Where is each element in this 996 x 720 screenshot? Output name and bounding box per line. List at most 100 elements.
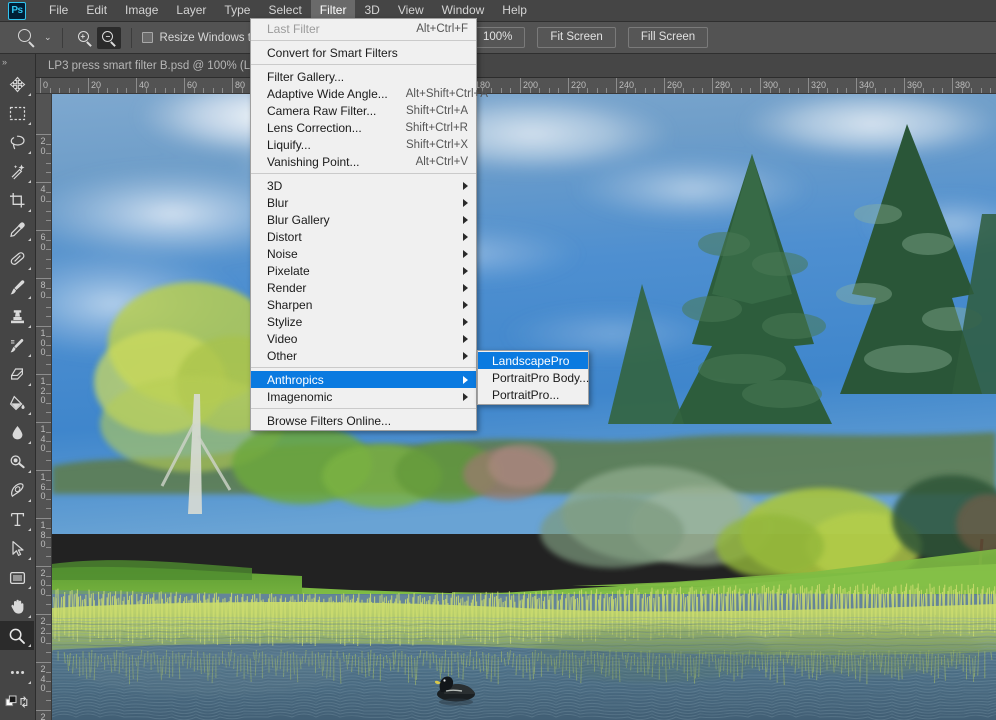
arrow-cursor-icon[interactable] — [0, 534, 34, 563]
menu-item-layer[interactable]: Layer — [167, 0, 215, 21]
swap-colors-icon[interactable] — [0, 687, 34, 716]
text-t-icon[interactable] — [0, 505, 34, 534]
ruler-minor-tick — [165, 88, 166, 94]
filter-menu-item-blur-gallery[interactable]: Blur Gallery — [251, 211, 476, 228]
filter-menu-item-camera-raw-filter[interactable]: Camera Raw Filter...Shift+Ctrl+A — [251, 102, 476, 119]
bandage-icon[interactable] — [0, 244, 34, 273]
ruler-minor-tick — [635, 88, 636, 94]
filter-menu-item-lens-correction[interactable]: Lens Correction...Shift+Ctrl+R — [251, 119, 476, 136]
ruler-minor-tick — [933, 88, 934, 94]
submenu-item-portraitpro-body[interactable]: PortraitPro Body... — [478, 369, 588, 386]
filter-menu-item-browse-filters-online[interactable]: Browse Filters Online... — [251, 412, 476, 429]
eraser-icon[interactable] — [0, 360, 34, 389]
rectangle-icon[interactable] — [0, 563, 34, 592]
filter-menu-item-pixelate[interactable]: Pixelate — [251, 262, 476, 279]
rectangular-marquee-tool[interactable] — [0, 99, 34, 128]
zoom-in-icon[interactable]: + — [73, 27, 97, 49]
resize-windows-checkbox[interactable] — [142, 32, 153, 43]
ruler-tick — [36, 470, 52, 471]
stamp-icon[interactable] — [0, 302, 34, 331]
ruler-minor-tick — [146, 88, 147, 94]
collapse-arrow-icon[interactable]: » — [2, 57, 7, 67]
ruler-minor-tick — [894, 88, 895, 94]
ruler-minor-tick — [46, 172, 52, 173]
ruler-minor-tick — [549, 88, 550, 94]
filter-menu-item-vanishing-point[interactable]: Vanishing Point...Alt+Ctrl+V — [251, 153, 476, 170]
ruler-minor-tick — [46, 153, 52, 154]
horizontal-ruler[interactable]: 0204060801001201401601802002202402602803… — [36, 78, 996, 94]
menu-item-edit[interactable]: Edit — [77, 0, 116, 21]
filter-menu-item-sharpen[interactable]: Sharpen — [251, 296, 476, 313]
chevron-down-icon[interactable]: ⌄ — [44, 32, 52, 43]
filter-menu-item-liquify[interactable]: Liquify...Shift+Ctrl+X — [251, 136, 476, 153]
magic-wand-icon[interactable] — [0, 157, 34, 186]
ruler-minor-tick — [530, 88, 531, 94]
magnifier-icon[interactable] — [0, 621, 34, 650]
ruler-minor-tick — [46, 432, 52, 433]
ellipsis-icon[interactable] — [0, 658, 34, 687]
filter-menu-item-video[interactable]: Video — [251, 330, 476, 347]
filter-menu-item-3d[interactable]: 3D — [251, 177, 476, 194]
menu-item-shortcut: Alt+Ctrl+F — [416, 23, 468, 35]
crop-tool[interactable] — [0, 186, 34, 215]
filter-menu-item-filter-gallery[interactable]: Filter Gallery... — [251, 68, 476, 85]
pen-icon[interactable] — [0, 476, 34, 505]
filter-menu-item-stylize[interactable]: Stylize — [251, 313, 476, 330]
ruler-minor-tick — [46, 201, 52, 202]
ruler-tick — [36, 278, 52, 279]
ruler-minor-tick — [46, 192, 52, 193]
brush-icon[interactable] — [0, 273, 34, 302]
ruler-minor-tick — [46, 451, 52, 452]
fill-screen-button[interactable]: Fill Screen — [628, 27, 708, 48]
vertical-ruler[interactable]: 20406080100120140160180200220240260 — [36, 94, 52, 720]
filter-menu-dropdown[interactable]: Last Filter Alt+Ctrl+F Convert for Smart F… — [250, 18, 477, 431]
image-canvas[interactable] — [52, 94, 996, 720]
zoom-tool-icon[interactable] — [14, 26, 40, 50]
water-drop-icon[interactable] — [0, 418, 34, 447]
eyedropper-tool[interactable] — [0, 215, 34, 244]
ruler-minor-tick — [645, 88, 646, 94]
filter-menu-item-blur[interactable]: Blur — [251, 194, 476, 211]
ruler-minor-tick — [46, 355, 52, 356]
history-brush-icon[interactable] — [0, 331, 34, 360]
fit-screen-button[interactable]: Fit Screen — [537, 27, 615, 48]
lasso-tool[interactable] — [0, 128, 34, 157]
chevron-right-icon — [463, 318, 468, 326]
ruler-minor-tick — [741, 88, 742, 94]
document-tab-0[interactable]: LP3 press smart filter B.psd @ 100% (L — [36, 54, 263, 77]
zoom-out-icon[interactable]: − — [97, 27, 121, 49]
submenu-item-landscapepro[interactable]: LandscapePro — [478, 352, 588, 369]
filter-menu-item-render[interactable]: Render — [251, 279, 476, 296]
filter-menu-item-anthropics[interactable]: Anthropics — [251, 371, 476, 388]
paint-bucket-icon[interactable] — [0, 389, 34, 418]
menu-item-label: Last Filter — [267, 22, 398, 36]
filter-menu-item-imagenomic[interactable]: Imagenomic — [251, 388, 476, 405]
chevron-right-icon — [463, 250, 468, 258]
menu-item-help[interactable]: Help — [493, 0, 536, 21]
move-tool[interactable] — [0, 70, 34, 99]
filter-menu-item-other[interactable]: Other — [251, 347, 476, 364]
hand-icon[interactable] — [0, 592, 34, 621]
menu-item-label: Camera Raw Filter... — [267, 104, 388, 118]
menu-item-label: Lens Correction... — [267, 121, 387, 135]
menu-item-image[interactable]: Image — [116, 0, 167, 21]
submenu-item-portraitpro[interactable]: PortraitPro... — [478, 386, 588, 403]
dodge-icon[interactable] — [0, 447, 34, 476]
ruler-minor-tick — [46, 537, 52, 538]
menu-item-file[interactable]: File — [40, 0, 77, 21]
ruler-minor-tick — [46, 288, 52, 289]
filter-menu-item-convert-for-smart-filters[interactable]: Convert for Smart Filters — [251, 44, 476, 61]
filter-menu-item-distort[interactable]: Distort — [251, 228, 476, 245]
filter-menu-item-noise[interactable]: Noise — [251, 245, 476, 262]
ruler-minor-tick — [46, 528, 52, 529]
ruler-minor-tick — [798, 88, 799, 94]
menu-item-label: Liquify... — [267, 138, 388, 152]
chevron-right-icon — [463, 233, 468, 241]
menu-item-shortcut: Alt+Ctrl+V — [416, 156, 468, 168]
anthropics-submenu[interactable]: LandscapeProPortraitPro Body...PortraitP… — [477, 350, 589, 405]
zoom-100-button[interactable]: 100% — [470, 27, 525, 48]
ruler-label: 100 — [37, 329, 49, 358]
ruler-minor-tick — [46, 144, 52, 145]
ruler-minor-tick — [46, 268, 52, 269]
filter-menu-item-adaptive-wide-angle[interactable]: Adaptive Wide Angle...Alt+Shift+Ctrl+A — [251, 85, 476, 102]
